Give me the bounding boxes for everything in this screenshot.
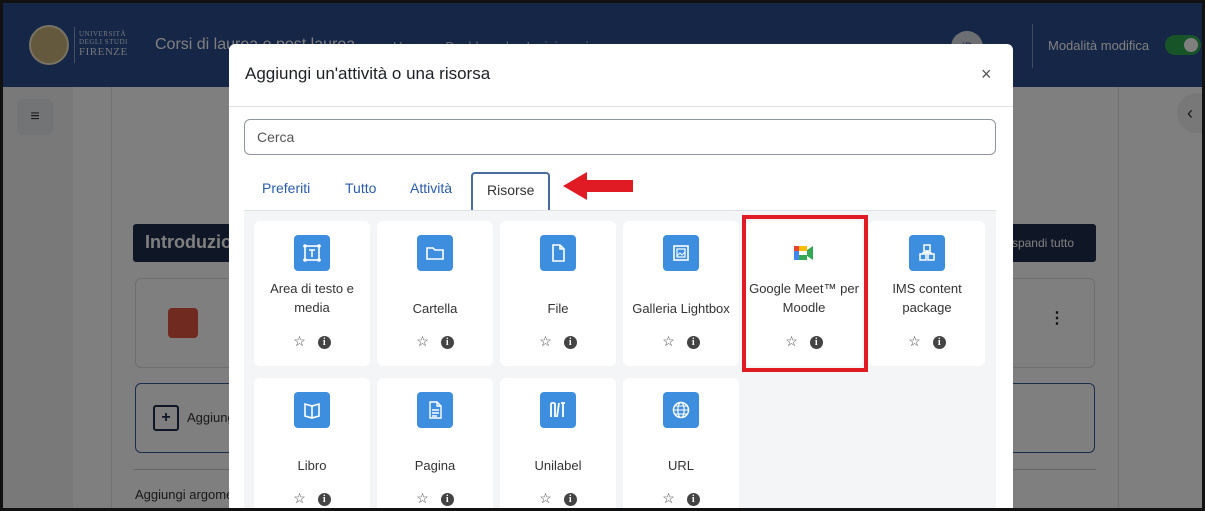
search-input[interactable] [244, 119, 996, 155]
info-icon[interactable]: i [317, 493, 331, 506]
resource-actions: ☆ i [500, 490, 616, 507]
tab-attivita[interactable]: Attività [410, 180, 452, 196]
resource-actions: ☆ i [254, 490, 370, 507]
info-icon[interactable]: i [563, 336, 577, 349]
resource-card[interactable]: Pagina ☆ i [377, 378, 493, 508]
resource-name: IMS content package [892, 281, 962, 315]
unilabel-icon [540, 392, 576, 428]
info-icon[interactable]: i [563, 493, 577, 506]
star-icon[interactable]: ☆ [539, 490, 552, 507]
resource-name: URL [667, 458, 694, 473]
star-icon[interactable]: ☆ [416, 333, 429, 350]
resource-name: Unilabel [534, 458, 582, 473]
resource-name: Libro [297, 458, 327, 473]
info-icon[interactable]: i [686, 493, 700, 506]
close-icon[interactable]: × [981, 64, 992, 85]
resource-card[interactable]: URL ☆ i [623, 378, 739, 508]
resource-card[interactable]: Libro ☆ i [254, 378, 370, 508]
resource-card[interactable]: File ☆ i [500, 221, 616, 366]
resource-card[interactable]: Area di testo e media ☆ i [254, 221, 370, 366]
tab-preferiti[interactable]: Preferiti [262, 180, 310, 196]
book-icon [294, 392, 330, 428]
resource-actions: ☆ i [623, 333, 739, 350]
info-icon[interactable]: i [440, 336, 454, 349]
highlight-box-annotation [742, 215, 868, 372]
globe-icon [663, 392, 699, 428]
star-icon[interactable]: ☆ [416, 490, 429, 507]
gallery-icon [663, 235, 699, 271]
resource-card[interactable]: IMS content package ☆ i [869, 221, 985, 366]
star-icon[interactable]: ☆ [539, 333, 552, 350]
tab-tutto[interactable]: Tutto [345, 180, 376, 196]
resource-card[interactable]: Unilabel ☆ i [500, 378, 616, 508]
info-icon[interactable]: i [686, 336, 700, 349]
resource-name: Area di testo e media [270, 281, 354, 315]
resource-actions: ☆ i [623, 490, 739, 507]
info-icon[interactable]: i [440, 493, 454, 506]
star-icon[interactable]: ☆ [662, 333, 675, 350]
resource-name: File [547, 301, 569, 316]
star-icon[interactable]: ☆ [662, 490, 675, 507]
modal-title: Aggiungi un'attività o una risorsa [245, 64, 491, 83]
modal-header-divider [229, 106, 1013, 107]
folder-icon [417, 235, 453, 271]
star-icon[interactable]: ☆ [908, 333, 921, 350]
star-icon[interactable]: ☆ [293, 490, 306, 507]
resource-name: Pagina [414, 458, 456, 473]
info-icon[interactable]: i [932, 336, 946, 349]
resource-actions: ☆ i [377, 333, 493, 350]
file-icon [540, 235, 576, 271]
screenshot-frame: UNIVERSITÀ DEGLI STUDI FIRENZE Corsi di … [0, 0, 1205, 511]
resource-actions: ☆ i [869, 333, 985, 350]
resource-name: Cartella [412, 301, 458, 316]
resource-actions: ☆ i [500, 333, 616, 350]
star-icon[interactable]: ☆ [293, 333, 306, 350]
resource-actions: ☆ i [377, 490, 493, 507]
package-icon [909, 235, 945, 271]
text-media-icon [294, 235, 330, 271]
resource-actions: ☆ i [254, 333, 370, 350]
tab-risorse[interactable]: Risorse [471, 172, 551, 212]
info-icon[interactable]: i [317, 336, 331, 349]
activity-chooser-modal: Aggiungi un'attività o una risorsa × Pre… [229, 44, 1013, 508]
resource-grid: Area di testo e media ☆ i Cartella ☆ i Fil… [244, 210, 996, 508]
resource-card[interactable]: Galleria Lightbox ☆ i [623, 221, 739, 366]
resource-name: Galleria Lightbox [632, 301, 730, 316]
red-arrow-annotation [563, 172, 633, 200]
resource-card[interactable]: Cartella ☆ i [377, 221, 493, 366]
page-icon [417, 392, 453, 428]
